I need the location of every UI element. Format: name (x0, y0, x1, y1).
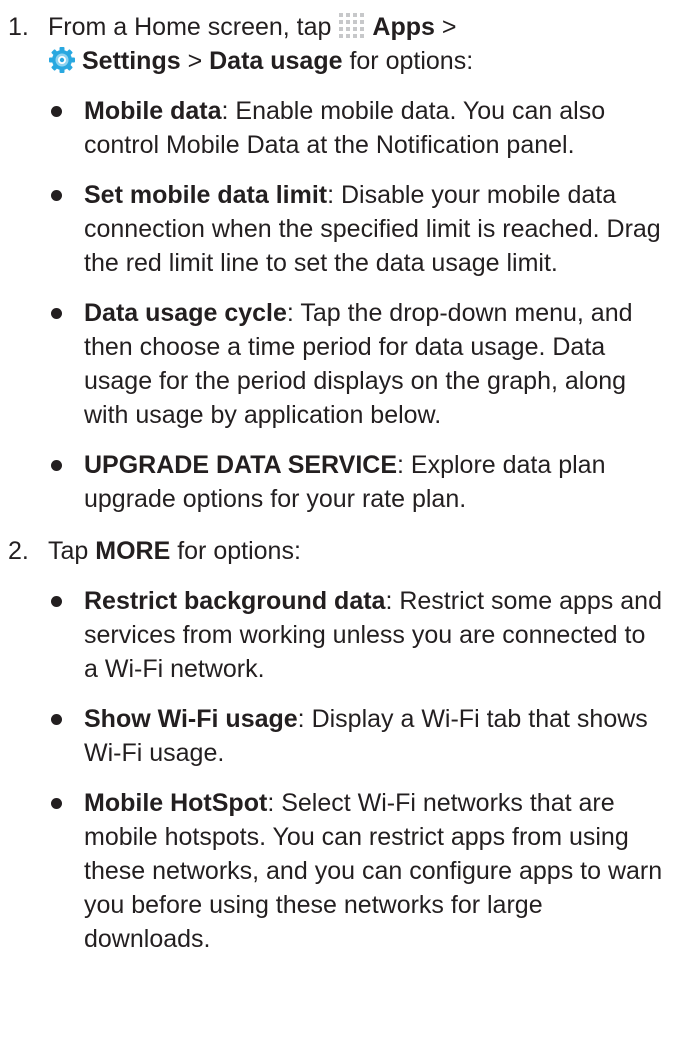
intro-text: From a Home screen, tap (48, 13, 339, 41)
list-item: Data usage cycle: Tap the drop-down menu… (48, 296, 665, 432)
step-intro: Tap MORE for options: (48, 534, 665, 568)
list-item: Mobile HotSpot: Select Wi-Fi networks th… (48, 786, 665, 956)
step-2: 2. Tap MORE for options: Restrict backgr… (8, 534, 665, 956)
list-item: UPGRADE DATA SERVICE: Explore data plan … (48, 448, 665, 516)
list-item: Set mobile data limit: Disable your mobi… (48, 178, 665, 280)
data-usage-label: Data usage (209, 47, 343, 75)
apps-grid-icon (338, 12, 366, 40)
option-term: Set mobile data limit (84, 181, 328, 209)
settings-gear-icon (48, 46, 76, 74)
option-term: UPGRADE DATA SERVICE (84, 451, 398, 479)
separator: > (434, 13, 457, 41)
intro-text: Tap (48, 537, 96, 565)
option-list: Mobile data: Enable mobile data. You can… (48, 94, 665, 516)
more-label: MORE (95, 537, 171, 565)
intro-text: for options: (170, 537, 301, 565)
list-item: Restrict background data: Restrict some … (48, 584, 665, 686)
step-number: 2. (8, 537, 29, 565)
option-term: Mobile HotSpot (84, 789, 268, 817)
option-term: Restrict background data (84, 587, 386, 615)
option-term: Data usage cycle (84, 299, 287, 327)
step-body: From a Home screen, tap Apps > Settings >… (48, 10, 665, 516)
page: 1. From a Home screen, tap Apps > Setting… (0, 0, 683, 1049)
intro-text: for options: (342, 47, 474, 75)
settings-label: Settings (82, 47, 181, 75)
step-number: 1. (8, 13, 29, 41)
list-item: Show Wi-Fi usage: Display a Wi-Fi tab th… (48, 702, 665, 770)
step-1: 1. From a Home screen, tap Apps > Setting… (8, 10, 665, 516)
option-term: Mobile data (84, 97, 222, 125)
step-intro: From a Home screen, tap Apps > Settings >… (48, 10, 665, 78)
list-item: Mobile data: Enable mobile data. You can… (48, 94, 665, 162)
separator: > (180, 47, 210, 75)
option-term: Show Wi-Fi usage (84, 705, 298, 733)
option-list: Restrict background data: Restrict some … (48, 584, 665, 956)
apps-label: Apps (372, 13, 435, 41)
step-body: Tap MORE for options: Restrict backgroun… (48, 534, 665, 956)
